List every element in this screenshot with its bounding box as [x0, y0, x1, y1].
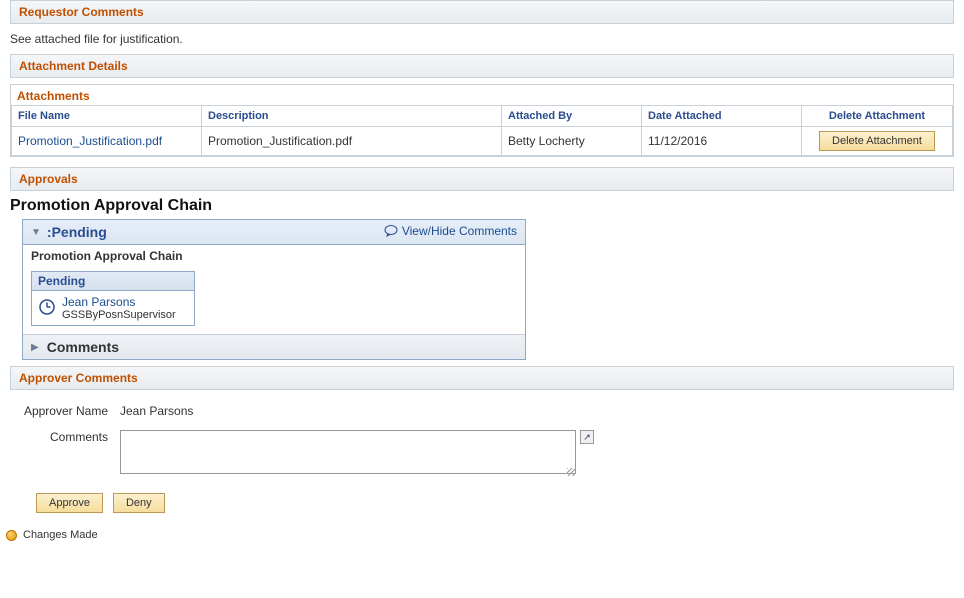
- changes-made-icon: [6, 530, 17, 541]
- expand-icon: ▶: [31, 342, 39, 353]
- table-row: Promotion_Justification.pdf Promotion_Ju…: [12, 127, 953, 156]
- col-date-attached[interactable]: Date Attached: [642, 106, 802, 127]
- requestor-comments-header: Requestor Comments: [10, 0, 954, 24]
- col-file-name[interactable]: File Name: [12, 106, 202, 127]
- approver-comments-header: Approver Comments: [10, 366, 954, 390]
- changes-made-label: Changes Made: [23, 529, 98, 541]
- attachment-date: 11/12/2016: [642, 127, 802, 156]
- attachment-attached-by: Betty Locherty: [502, 127, 642, 156]
- chain-comments-row[interactable]: ▶ Comments: [23, 334, 525, 359]
- comments-textarea[interactable]: [120, 430, 576, 474]
- approver-name-label: Approver Name: [10, 404, 120, 418]
- chain-status: :Pending: [47, 224, 107, 240]
- clock-icon: [38, 298, 56, 319]
- comment-icon: [384, 225, 398, 237]
- pending-card-header: Pending: [32, 272, 194, 291]
- expand-textarea-icon[interactable]: ↗: [580, 430, 594, 444]
- col-attached-by[interactable]: Attached By: [502, 106, 642, 127]
- attachment-file-link[interactable]: Promotion_Justification.pdf: [18, 134, 162, 148]
- pending-approver-card: Pending Jean Parsons GSSByPosnSupervisor: [31, 271, 195, 326]
- view-hide-comments-label: View/Hide Comments: [402, 224, 517, 238]
- approval-chain-box: ▼ :Pending View/Hide Comments Promotion …: [22, 219, 526, 360]
- attachment-details-header: Attachment Details: [10, 54, 954, 78]
- view-hide-comments-link[interactable]: View/Hide Comments: [384, 224, 517, 238]
- collapse-icon[interactable]: ▼: [31, 227, 41, 238]
- delete-attachment-button[interactable]: Delete Attachment: [819, 131, 935, 151]
- approver-role: GSSByPosnSupervisor: [62, 309, 176, 321]
- approve-button[interactable]: Approve: [36, 493, 103, 513]
- approval-chain-title: Promotion Approval Chain: [0, 191, 964, 219]
- approver-name-value: Jean Parsons: [120, 404, 193, 418]
- chain-comments-label: Comments: [47, 339, 119, 355]
- attachment-description: Promotion_Justification.pdf: [202, 127, 502, 156]
- approvals-header: Approvals: [10, 167, 954, 191]
- col-delete: Delete Attachment: [802, 106, 953, 127]
- requestor-comments-text: See attached file for justification.: [10, 32, 183, 46]
- requestor-comments-body: See attached file for justification.: [0, 24, 964, 54]
- attachments-label: Attachments: [11, 85, 953, 105]
- chain-sub-label: Promotion Approval Chain: [23, 245, 525, 267]
- attachments-table: File Name Description Attached By Date A…: [11, 105, 953, 156]
- col-description[interactable]: Description: [202, 106, 502, 127]
- comments-field-label: Comments: [10, 430, 120, 444]
- approver-name-link[interactable]: Jean Parsons: [62, 295, 135, 309]
- deny-button[interactable]: Deny: [113, 493, 165, 513]
